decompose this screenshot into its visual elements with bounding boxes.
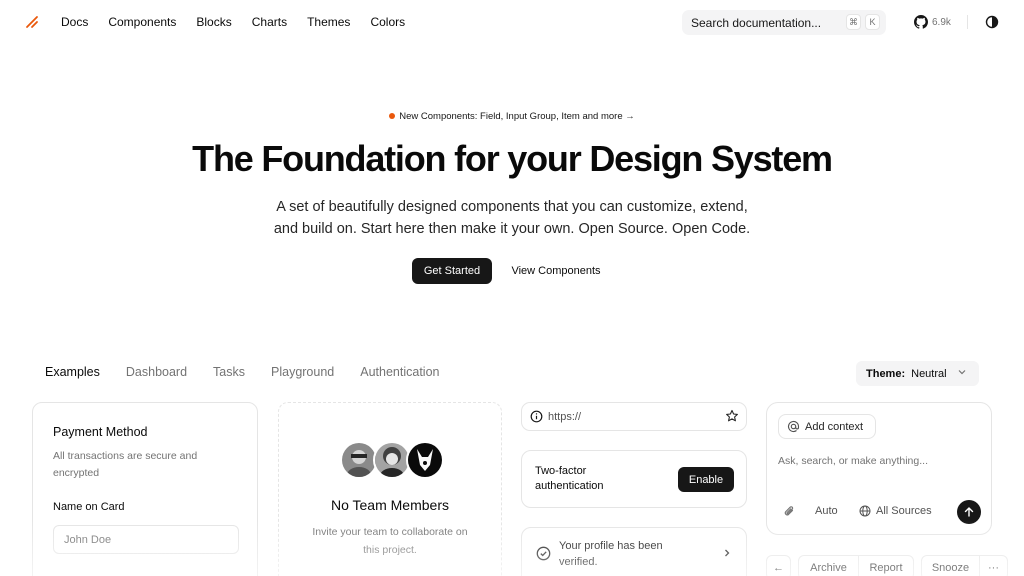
empty-team-description: Invite your team to collaborate on this …: [312, 526, 468, 556]
avatar-group: [340, 441, 444, 479]
view-components-button[interactable]: View Components: [500, 258, 612, 284]
payment-title: Payment Method: [53, 425, 148, 439]
contrast-icon[interactable]: [985, 15, 999, 29]
tab-dashboard[interactable]: Dashboard: [126, 365, 187, 379]
profile-verified-text: Your profile has been verified.: [559, 540, 663, 568]
get-started-button[interactable]: Get Started: [412, 258, 492, 284]
theme-select-label: Theme:: [866, 367, 906, 380]
two-factor-label: Two-factor authentication: [535, 465, 604, 492]
paperclip-icon[interactable]: [783, 505, 796, 518]
arrow-right-icon: →: [625, 111, 635, 122]
site-header: Docs Components Blocks Charts Themes Col…: [0, 0, 1024, 44]
add-context-button[interactable]: Add context: [778, 414, 876, 439]
two-factor-card: Two-factor authentication Enable: [521, 450, 747, 508]
star-icon[interactable]: [725, 409, 739, 423]
archive-button[interactable]: Archive: [798, 555, 859, 576]
profile-verified-item[interactable]: Your profile has been verified.: [521, 527, 747, 576]
kbd-cmd: ⌘: [846, 14, 861, 30]
hero-title: The Foundation for your Design System: [192, 138, 833, 179]
sources-select[interactable]: All Sources: [859, 505, 932, 517]
announcement-dot-icon: [389, 113, 396, 119]
tab-authentication[interactable]: Authentication: [360, 365, 439, 379]
payment-method-card: Payment Method All transactions are secu…: [32, 402, 258, 576]
sources-label: All Sources: [876, 505, 932, 517]
hero-subtitle-line-2: and build on. Start here then make it yo…: [273, 221, 751, 237]
tab-examples[interactable]: Examples: [45, 365, 100, 379]
snooze-button[interactable]: Snooze: [921, 555, 980, 576]
report-button[interactable]: Report: [859, 555, 914, 576]
more-icon[interactable]: ···: [980, 555, 1008, 576]
hero-subtitle: A set of beautifully designed components…: [0, 196, 1024, 240]
hero-subtitle-line-1: A set of beautifully designed components…: [276, 199, 748, 215]
at-sign-icon: [787, 421, 800, 433]
send-button[interactable]: [957, 500, 981, 524]
nav-docs[interactable]: Docs: [61, 15, 88, 29]
theme-select[interactable]: Theme: Neutral: [856, 361, 979, 386]
search-placeholder: Search documentation...: [691, 15, 822, 30]
tab-tasks[interactable]: Tasks: [213, 365, 245, 379]
prompt-input[interactable]: Ask, search, or make anything...: [778, 455, 928, 467]
header-divider: [967, 15, 968, 29]
github-link[interactable]: 6.9k: [914, 15, 951, 29]
chevron-down-icon: [958, 370, 966, 375]
enable-button[interactable]: Enable: [678, 467, 734, 492]
github-stars: 6.9k: [932, 16, 951, 28]
add-context-label: Add context: [805, 420, 864, 433]
search-docs-button[interactable]: Search documentation... ⌘ K: [682, 10, 886, 35]
payment-description: All transactions are secure and encrypte…: [53, 450, 198, 479]
url-placeholder: https://: [548, 410, 582, 423]
kbd-k: K: [865, 14, 880, 30]
github-icon: [914, 15, 928, 29]
avatar: [406, 441, 444, 479]
nav-themes[interactable]: Themes: [307, 15, 350, 29]
theme-select-value: Neutral: [911, 367, 947, 380]
announcement-text: New Components: Field, Input Group, Item…: [399, 111, 623, 122]
globe-icon: [859, 505, 871, 517]
nav-charts[interactable]: Charts: [252, 15, 287, 29]
back-button[interactable]: ←: [766, 555, 791, 576]
arrow-up-icon: [964, 507, 974, 517]
name-on-card-label: Name on Card: [53, 501, 125, 513]
chevron-right-icon: [725, 549, 730, 557]
mail-actions-toolbar: ← Archive Report Snooze ···: [766, 555, 1008, 576]
slash-logo-icon[interactable]: [24, 14, 40, 30]
info-icon: [530, 410, 543, 423]
main-nav: Docs Components Blocks Charts Themes Col…: [61, 15, 425, 29]
arrow-left-icon: ←: [773, 561, 784, 574]
mode-select[interactable]: Auto: [815, 505, 838, 517]
announcement-link[interactable]: New Components: Field, Input Group, Item…: [0, 111, 1024, 122]
nav-blocks[interactable]: Blocks: [196, 15, 231, 29]
check-circle-icon: [536, 546, 551, 561]
nav-colors[interactable]: Colors: [370, 15, 405, 29]
prompt-card: Add context Ask, search, or make anythin…: [766, 402, 992, 535]
examples-tabs: Examples Dashboard Tasks Playground Auth…: [45, 365, 465, 379]
nav-components[interactable]: Components: [108, 15, 176, 29]
name-on-card-input[interactable]: John Doe: [53, 525, 239, 554]
empty-team-title: No Team Members: [330, 497, 449, 513]
url-input[interactable]: https://: [521, 402, 747, 431]
tab-playground[interactable]: Playground: [271, 365, 334, 379]
empty-team-card: No Team Members Invite your team to coll…: [278, 402, 502, 576]
